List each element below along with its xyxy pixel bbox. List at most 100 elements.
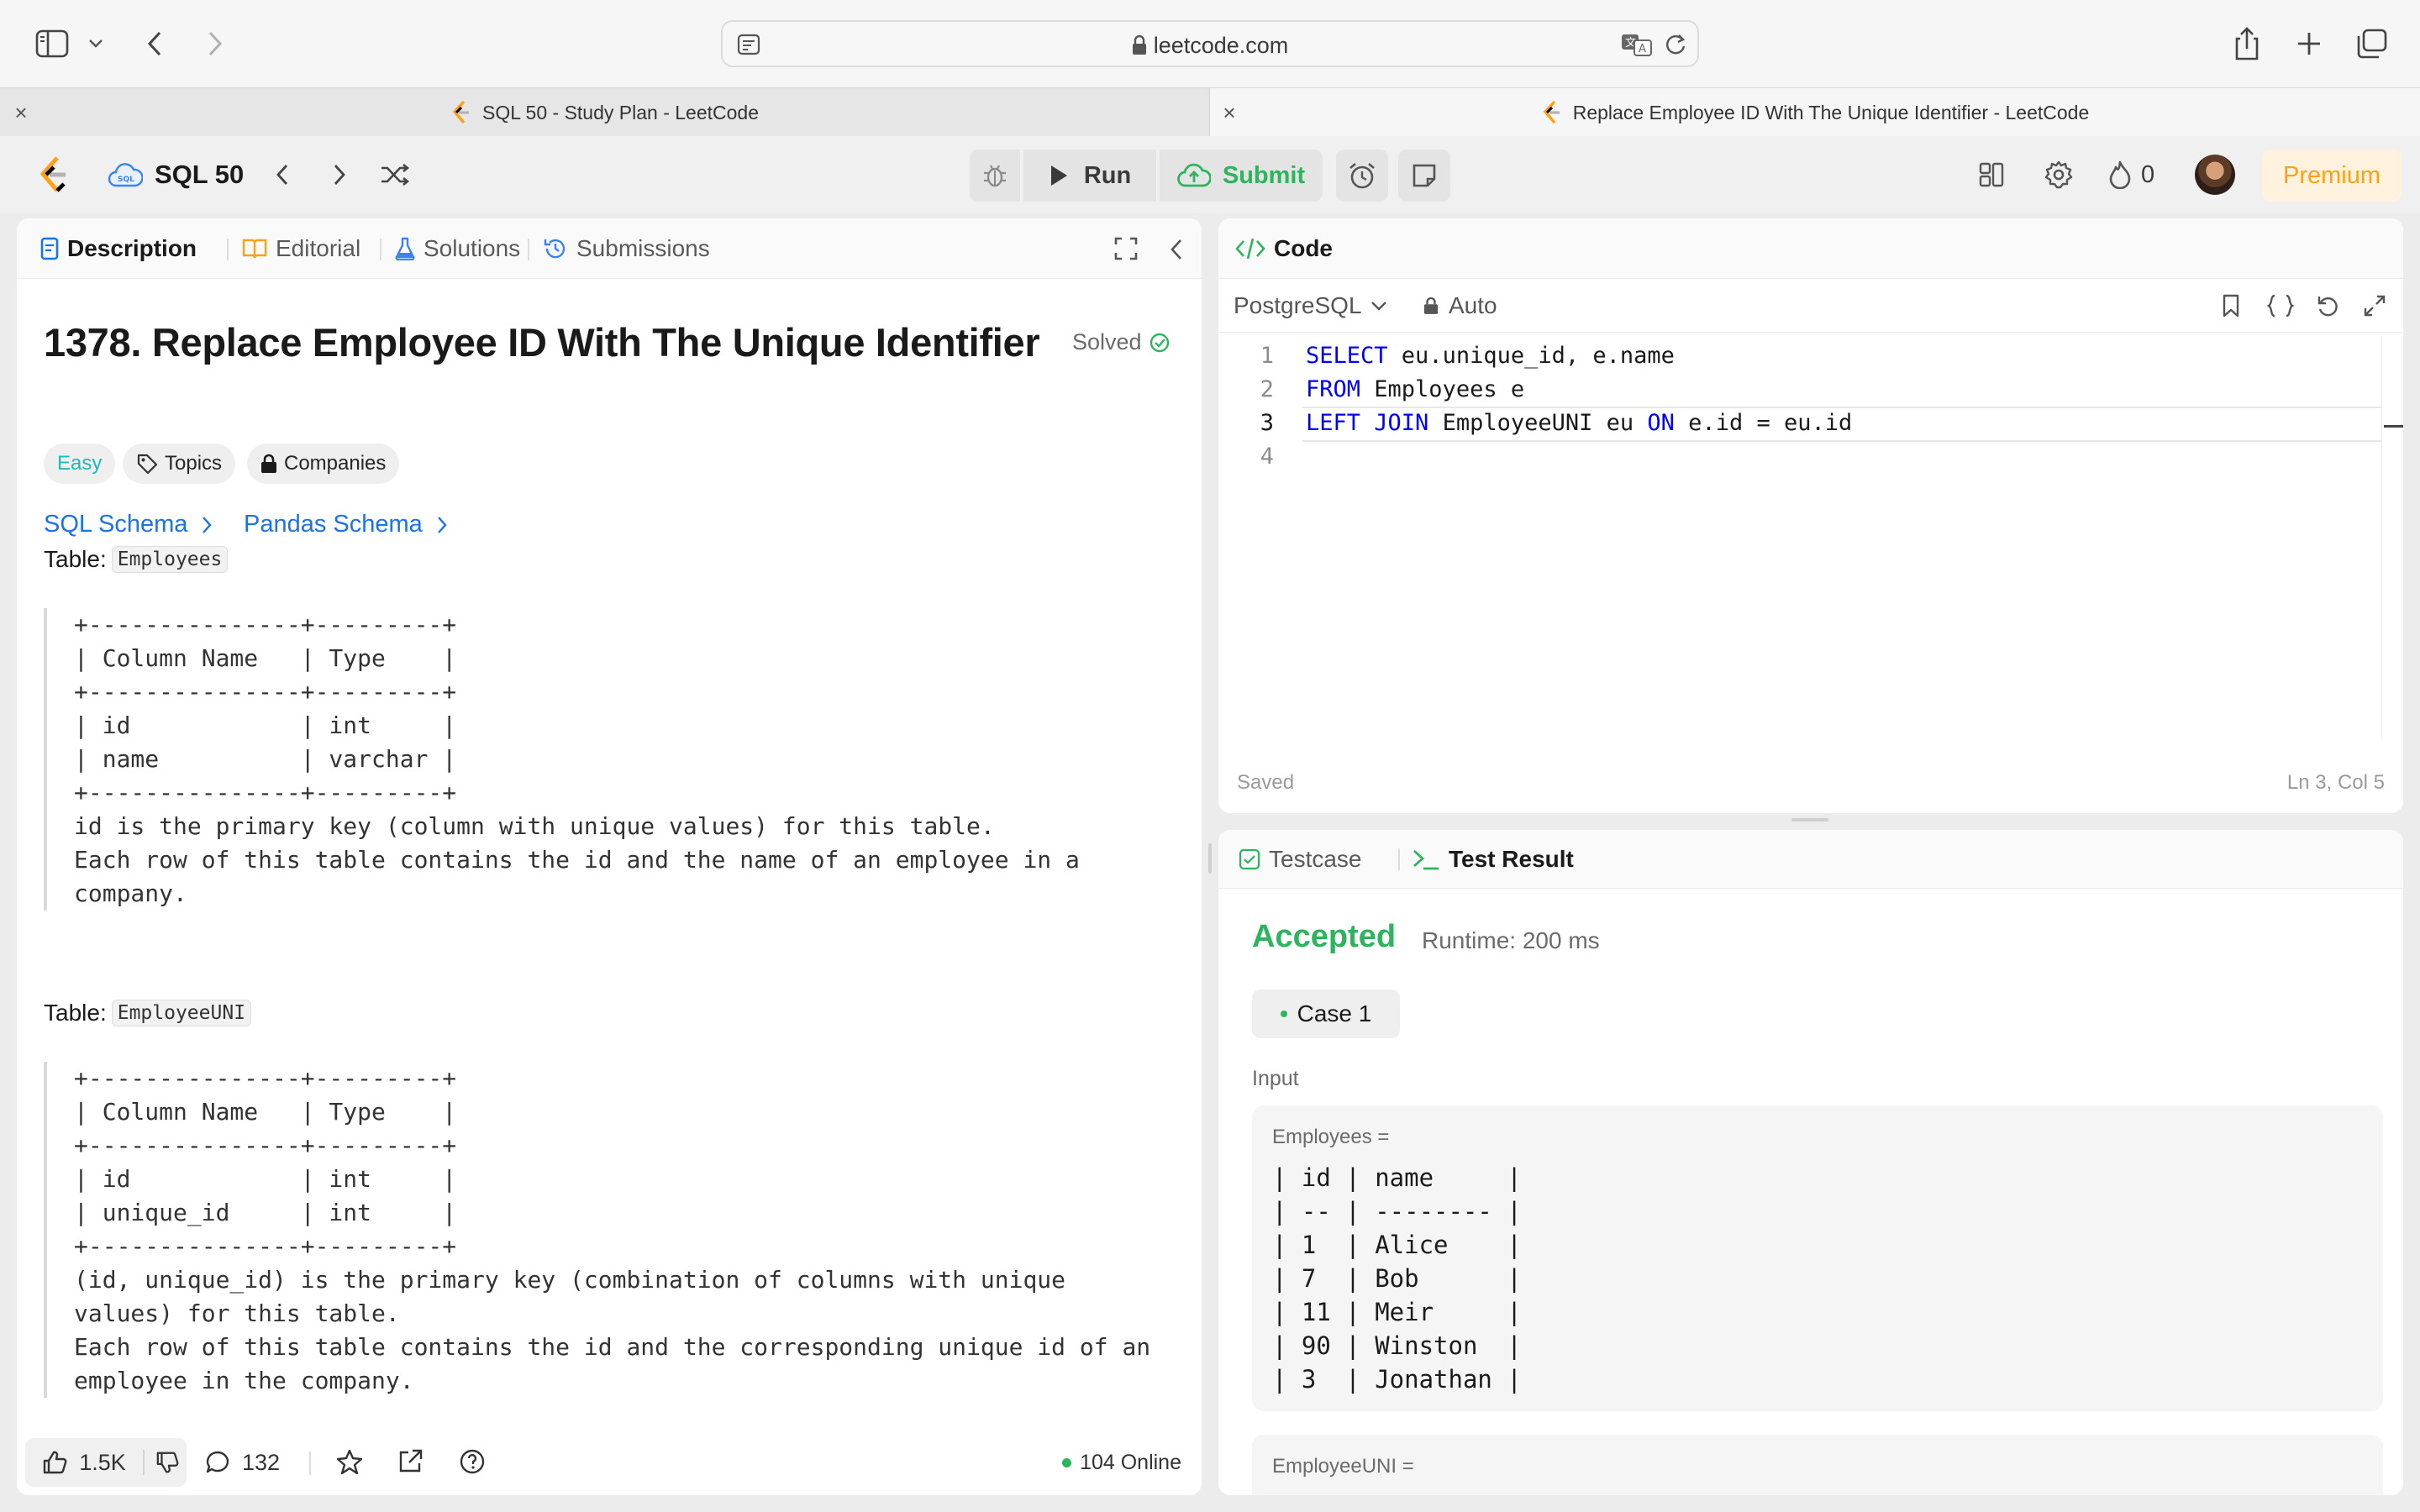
language-selector[interactable]: PostgreSQL [1234, 279, 1387, 333]
check-circle-icon [1149, 332, 1171, 354]
submit-button[interactable]: Submit [1160, 150, 1323, 202]
terminal-icon [1412, 848, 1440, 871]
timer-button[interactable] [1336, 150, 1388, 202]
tab-overview-icon[interactable] [2349, 22, 2393, 66]
reset-code-icon[interactable] [2316, 294, 2339, 318]
tab-test-result[interactable]: Test Result [1398, 830, 1574, 889]
help-icon[interactable] [459, 1448, 486, 1475]
comments-button[interactable]: 132 [205, 1438, 280, 1487]
address-bar[interactable]: leetcode.com 文A [721, 20, 1699, 67]
avatar[interactable] [2195, 155, 2235, 195]
line-number: 4 [1260, 444, 1274, 470]
companies-button[interactable]: Companies [247, 444, 400, 484]
bookmark-icon[interactable] [2222, 294, 2240, 318]
fullscreen-icon[interactable] [2363, 294, 2386, 318]
table2-label: Table: EmployeeUNI [44, 1000, 252, 1026]
tab-label: Solutions [424, 235, 521, 261]
tab-solutions[interactable]: Solutions [380, 218, 520, 279]
lock-icon [1423, 297, 1439, 315]
like-button[interactable]: 1.5K [25, 1438, 143, 1487]
line-code: FROM Employees e [1306, 373, 1524, 407]
comment-icon [205, 1450, 230, 1475]
runtime-label: Runtime: 200 ms [1422, 927, 1600, 953]
table2-schema: +---------------+---------+ | Column Nam… [44, 1062, 1150, 1398]
code-line[interactable]: 3 LEFT JOIN EmployeeUNI eu ON e.id = eu.i… [1218, 407, 2378, 440]
sql-schema-link[interactable]: SQL Schema [44, 511, 213, 538]
horizontal-resize-handle[interactable] [1208, 843, 1212, 874]
language-label: PostgreSQL [1234, 292, 1362, 318]
translate-icon[interactable]: 文A [1620, 32, 1654, 57]
premium-label: Premium [2282, 161, 2381, 189]
collapse-panel-icon[interactable] [1170, 239, 1183, 260]
share-link-icon[interactable] [397, 1448, 424, 1475]
chevron-down-icon[interactable] [79, 22, 113, 66]
online-count: 104 Online [1080, 1450, 1181, 1474]
browser-tab-strip: × SQL 50 - Study Plan - LeetCode × Repla… [0, 87, 2420, 137]
study-plan-selector[interactable]: SQL SQL 50 [108, 155, 244, 195]
close-icon[interactable]: × [8, 100, 34, 125]
code-line[interactable]: 1 SELECT eu.unique_id, e.name [1218, 339, 2378, 373]
note-icon [1412, 163, 1437, 188]
tab-editorial[interactable]: Editorial [227, 218, 360, 279]
star-icon[interactable] [336, 1448, 363, 1475]
cloud-upload-icon [1176, 163, 1211, 188]
code-line[interactable]: 2 FROM Employees e [1218, 373, 2378, 407]
reload-icon[interactable] [1664, 33, 1687, 56]
sql-keyword: LEFT JOIN [1306, 410, 1429, 436]
share-icon[interactable] [2225, 22, 2269, 66]
tab-submissions[interactable]: Submissions [528, 218, 710, 279]
tab-code[interactable]: Code [1235, 218, 1333, 279]
auto-mode[interactable]: Auto [1423, 279, 1497, 333]
table-name: Employees [111, 546, 229, 573]
problem-title: 1378. Replace Employee ID With The Uniqu… [44, 320, 1040, 365]
history-icon [543, 236, 568, 261]
pandas-schema-link[interactable]: Pandas Schema [244, 511, 448, 538]
streak-counter[interactable]: 0 [2107, 155, 2154, 195]
employeeuni-input-box: EmployeeUNI = [1252, 1435, 2383, 1495]
topics-button[interactable]: Topics [123, 444, 236, 484]
sql-keyword: ON [1647, 410, 1675, 436]
vertical-resize-handle[interactable] [1791, 818, 1828, 822]
thumbs-up-icon [42, 1450, 67, 1475]
leetcode-favicon-icon [1541, 100, 1563, 125]
employees-input-box: Employees = | id | name | | -- | -------… [1252, 1105, 2383, 1411]
submit-label: Submit [1222, 161, 1306, 189]
next-problem-icon[interactable] [319, 155, 360, 195]
description-panel: Description Editorial Solutions Submissi… [17, 218, 1202, 1495]
notes-button[interactable] [1398, 150, 1450, 202]
back-icon[interactable] [133, 22, 176, 66]
settings-gear-icon[interactable] [2039, 155, 2079, 195]
premium-button[interactable]: Premium [2262, 150, 2402, 202]
table1-label: Table: Employees [44, 546, 229, 573]
dislike-button[interactable] [148, 1438, 187, 1487]
leetcode-logo-icon[interactable] [34, 155, 74, 195]
employees-input-table: | id | name | | -- | -------- | | 1 | Al… [1272, 1163, 1522, 1394]
new-tab-icon[interactable] [2287, 22, 2331, 66]
case-1-tab[interactable]: Case 1 [1252, 990, 1400, 1038]
prev-problem-icon[interactable] [262, 155, 302, 195]
tab-testcase[interactable]: Testcase [1239, 830, 1362, 889]
browser-tab-problem[interactable]: × Replace Employee ID With The Unique Id… [1210, 88, 2420, 137]
sql-keyword: FROM [1306, 376, 1361, 402]
close-icon[interactable]: × [1217, 100, 1242, 125]
run-label: Run [1083, 161, 1132, 189]
shuffle-icon[interactable] [375, 155, 415, 195]
url-label: leetcode.com [1153, 33, 1289, 58]
thumbs-down-icon [155, 1451, 179, 1474]
editor-scrollbar[interactable] [2381, 336, 2403, 739]
code-line[interactable]: 4 [1218, 440, 2378, 474]
debug-button[interactable] [970, 150, 1020, 202]
table-prefix: Table: [44, 546, 107, 572]
code-editor[interactable]: 1 SELECT eu.unique_id, e.name 2 FROM Employ… [1218, 336, 2403, 739]
tab-description[interactable]: Description [40, 218, 197, 279]
layout-icon[interactable] [1971, 155, 2012, 195]
run-button[interactable]: Run [1023, 150, 1156, 202]
lock-icon [260, 454, 277, 474]
sidebar-toggle-icon[interactable] [30, 22, 74, 66]
forward-icon[interactable] [193, 22, 237, 66]
description-footer: 1.5K 132 104 Online [17, 1428, 1202, 1495]
format-code-icon[interactable] [2267, 294, 2294, 318]
description-content: 1378. Replace Employee ID With The Uniqu… [17, 279, 1202, 1428]
browser-tab-study-plan[interactable]: × SQL 50 - Study Plan - LeetCode [0, 88, 1210, 137]
maximize-icon[interactable] [1114, 237, 1138, 260]
